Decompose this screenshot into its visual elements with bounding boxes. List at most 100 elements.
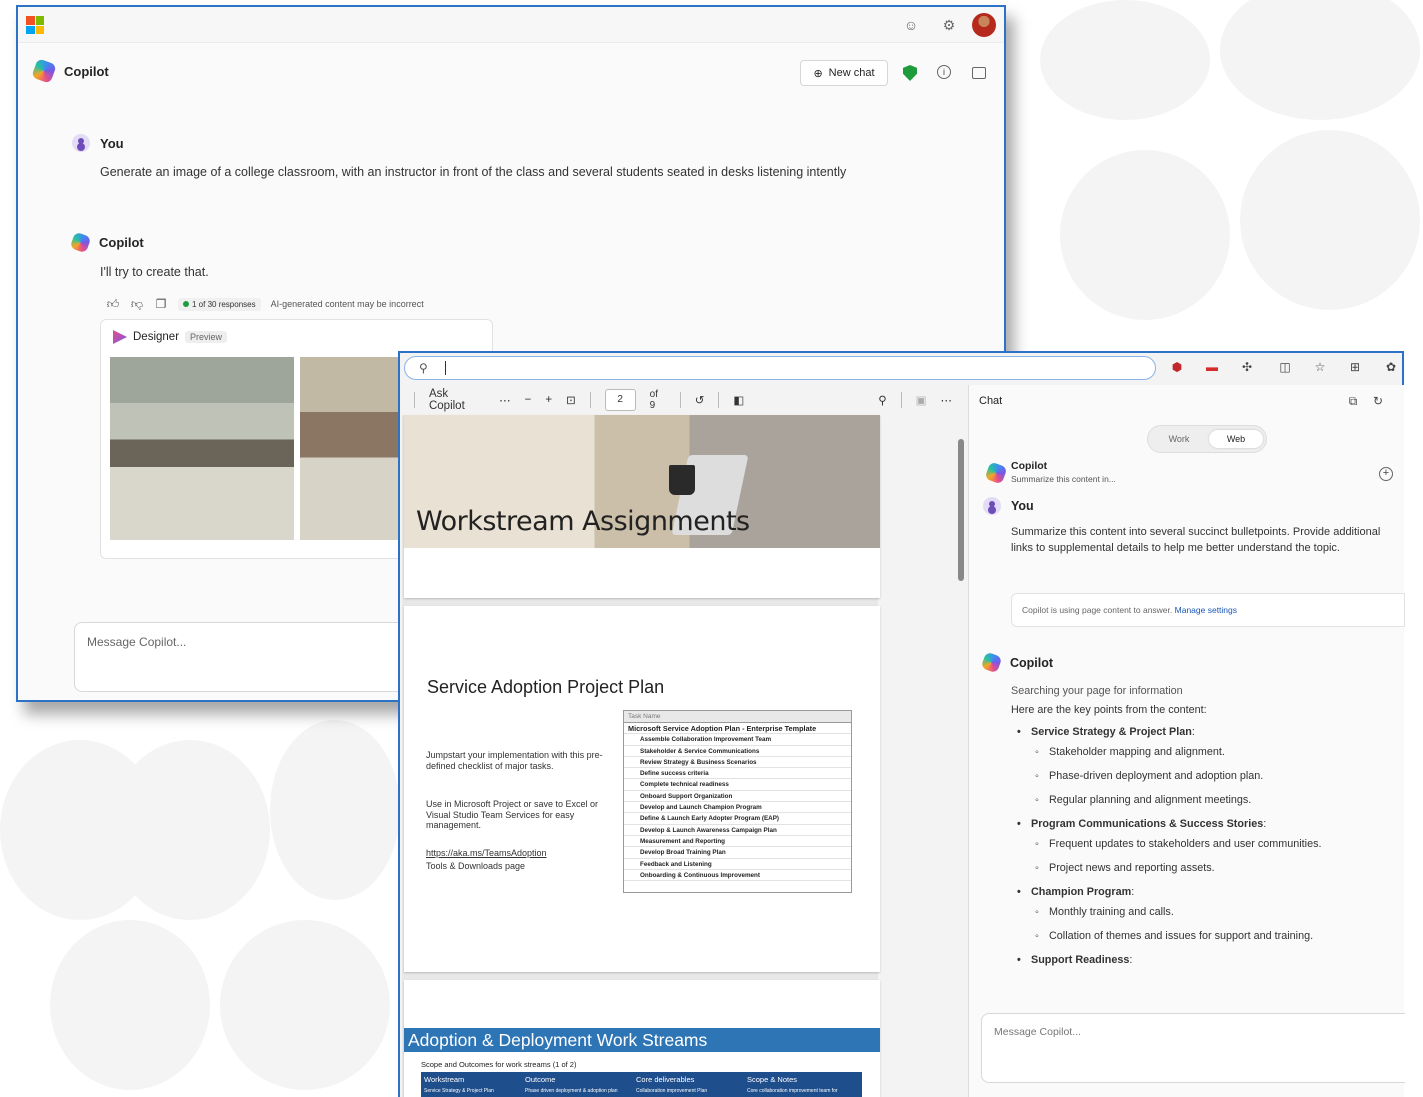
bot-message-header: Copilot [980,651,1053,674]
divider [414,392,415,408]
open-new-window-icon[interactable]: ⧉ [1346,394,1360,408]
copy-icon[interactable]: ❐ [154,297,168,311]
collections-icon[interactable]: ⊞ [1348,360,1362,374]
extension-red-icon[interactable]: ▬ [1205,360,1219,374]
page-subtitle: Scope and Outcomes for work streams (1 o… [421,1060,577,1069]
manage-settings-link[interactable]: Manage settings [1175,605,1237,615]
bullet-heading: Support Readiness [1031,954,1130,966]
thumbs-down-icon[interactable]: 👎︎ [130,297,144,311]
bullet-heading: Champion Program [1031,886,1132,898]
address-bar[interactable]: ⚲ [404,356,1156,380]
avatar[interactable] [972,13,996,37]
disclaimer-text: AI-generated content may be incorrect [270,299,424,309]
more-options-icon[interactable]: ⋯ [499,393,511,407]
favorites-icon[interactable]: ☆ [1313,360,1327,374]
bullet-heading: Program Communications & Success Stories [1031,818,1264,830]
task-header: Task Name [624,711,851,723]
info-icon[interactable]: i [937,65,951,79]
zoom-in-icon[interactable]: + [545,394,552,406]
watermark-logo [1040,0,1210,120]
searching-status: Searching your page for information [1011,685,1183,697]
refresh-icon[interactable]: ↻ [1371,394,1385,408]
tab-web[interactable]: Web [1209,430,1263,448]
protection-shield-icon[interactable] [903,65,917,81]
page-number-input[interactable]: 2 [604,389,636,411]
list-item: Support Readiness: [1011,954,1401,966]
list-item: Regular planning and alignment meetings. [1011,794,1401,806]
summary-title: Copilot [1011,460,1048,472]
list-item: Service Strategy & Project Plan: [1011,726,1401,738]
feedback-bar: 👍︎ 👎︎ ❐ 1 of 30 responses AI-generated c… [106,297,424,311]
copilot-logo-icon [984,461,1008,485]
copilot-sidebar-icon[interactable]: ✿ [1384,360,1398,374]
user-avatar-icon [983,497,1001,515]
smiley-feedback-icon[interactable]: ☺ [902,16,920,34]
scrollbar-thumb[interactable] [958,439,964,581]
page-view-icon[interactable]: ◧ [733,393,744,407]
microsoft-logo-icon[interactable] [26,16,44,34]
message-input[interactable]: Message Copilot... [74,622,414,692]
task-row: Develop and Launch Champion Program [624,802,851,814]
bullet-colon: : [1129,954,1133,966]
more-options-icon[interactable]: ⋯ [941,393,953,407]
ublock-shield-icon[interactable]: ⬢ [1170,360,1184,374]
task-row: Develop Broad Training Plan [624,847,851,859]
response-count-badge: 1 of 30 responses [178,297,261,311]
sidebar-toggle-icon[interactable] [972,67,986,79]
gear-icon[interactable]: ⚙ [940,16,958,34]
page-text: Jumpstart your implementation with this … [426,750,603,771]
add-circle-icon[interactable]: + [1379,467,1393,481]
pdf-page: Adoption & Deployment Work Streams Scope… [404,980,880,1097]
copilot-chat-panel: Chat ⧉ ↻ Work Web Copilot Summarize this… [968,385,1405,1097]
ask-copilot-button[interactable]: Ask Copilot [429,388,485,412]
generated-classroom-image[interactable] [300,357,410,540]
bullet-colon: : [1131,886,1135,898]
table-cell: Core collaboration improvement team for [747,1088,838,1094]
pdf-page: Service Adoption Project Plan Jumpstart … [404,606,880,972]
extensions-icon[interactable]: ✣ [1240,360,1254,374]
watermark-logo [1220,0,1420,120]
list-item: Program Communications & Success Stories… [1011,818,1401,830]
bot-label: Copilot [99,235,144,250]
chat-message-input[interactable]: Message Copilot... [981,1013,1405,1083]
bot-message-header: Copilot [69,231,144,254]
page-text: Use in Microsoft Project or save to Exce… [426,799,599,830]
table-header: Scope & Notes [747,1075,798,1084]
task-row: Develop & Launch Awareness Campaign Plan [624,825,851,836]
tab-work[interactable]: Work [1152,430,1206,448]
list-item: Champion Program: [1011,886,1401,898]
pdf-scrollbar[interactable] [956,389,966,1097]
new-chat-button[interactable]: ⊕ New chat [800,60,888,86]
pdf-viewer[interactable]: Workstream Assignments Service Adoption … [402,415,880,1097]
zoom-out-icon[interactable]: − [525,394,532,406]
app-title: Copilot [64,63,109,79]
save-icon[interactable]: ▣ [916,393,927,407]
summary-prompt[interactable]: Copilot Summarize this content in... [1011,460,1116,484]
list-item: Monthly training and calls. [1011,906,1401,918]
rotate-icon[interactable]: ↺ [695,393,705,407]
teams-adoption-link[interactable]: https://aka.ms/TeamsAdoption [426,848,611,859]
copilot-logo-icon [69,231,92,254]
table-cell: Phase driven deployment & adoption plan [525,1088,618,1094]
generated-classroom-image[interactable] [110,357,294,540]
divider [679,392,681,408]
list-item: Stakeholder mapping and alignment. [1011,746,1401,758]
user-avatar-icon [72,134,90,152]
bullet-list: Service Strategy & Project Plan: Stakeho… [1011,726,1401,966]
page-title: Adoption & Deployment Work Streams [404,1028,880,1052]
task-row: Complete technical readiness [624,779,851,791]
table-header: Outcome [525,1075,556,1084]
thumbs-up-icon[interactable]: 👍︎ [106,297,120,311]
page-content-notice: Copilot is using page content to answer.… [1011,593,1405,627]
task-row: Onboard Support Organization [624,791,851,803]
summary-subtitle: Summarize this content in... [1011,474,1116,484]
work-web-toggle[interactable]: Work Web [1147,425,1267,453]
designer-logo-icon [113,330,127,344]
fit-page-icon[interactable]: ⊡ [566,393,576,407]
search-icon[interactable]: ⚲ [878,393,886,407]
split-screen-icon[interactable]: ◫ [1278,360,1292,374]
designer-label: Designer [133,331,180,343]
divider [589,392,591,408]
list-item: Project news and reporting assets. [1011,862,1401,874]
user-message: Summarize this content into several succ… [1011,526,1381,554]
